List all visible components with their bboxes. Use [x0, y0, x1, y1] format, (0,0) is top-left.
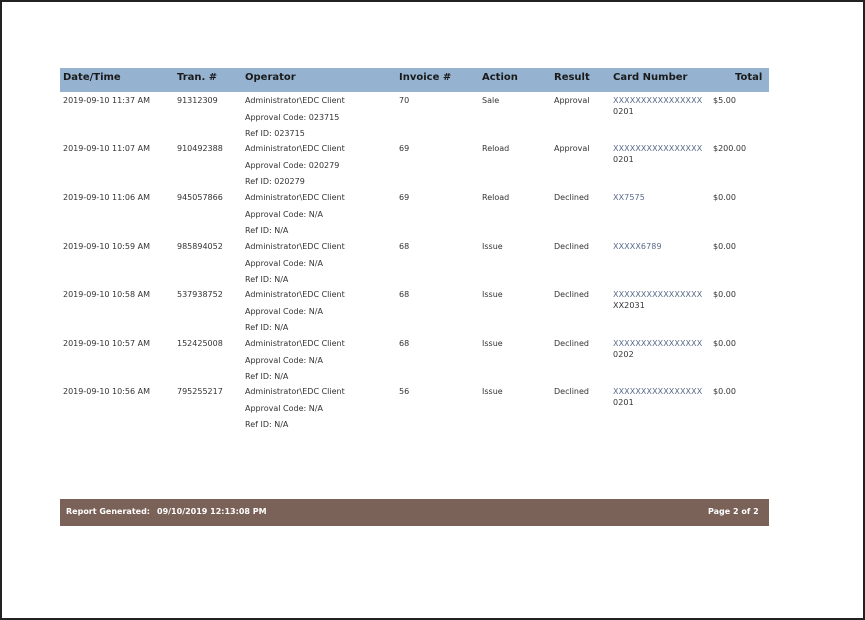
row-ref-id: Ref ID: N/A — [245, 226, 289, 235]
row-datetime: 2019-09-10 10:56 AM — [63, 387, 151, 396]
card-line-2: 0201 — [613, 107, 634, 116]
card-line-1: XXXXXXXXXXXXXXXX — [613, 387, 703, 396]
row-card-number: XXXXXXXXXXXXXXXX 0201 — [613, 95, 702, 117]
row-tran: 985894052 — [177, 242, 223, 251]
row-total: $0.00 — [713, 387, 736, 396]
row-operator: Administrator\EDC Client — [245, 387, 345, 396]
row-card-number: XXXXXXXXXXXXXXXX 0201 — [613, 386, 702, 408]
generated-value: 09/10/2019 12:13:08 PM — [157, 507, 267, 516]
row-result: Declined — [554, 193, 589, 202]
row-invoice: 68 — [399, 242, 410, 251]
col-card: Card Number — [613, 72, 688, 83]
row-operator: Administrator\EDC Client — [245, 144, 345, 153]
row-ref-id: Ref ID: N/A — [245, 372, 289, 381]
row-approval-code: Approval Code: N/A — [245, 404, 323, 413]
row-invoice: 68 — [399, 339, 410, 348]
row-total: $200.00 — [713, 144, 747, 153]
card-line-1: XXXXXXXXXXXXXXXX — [613, 290, 703, 299]
row-action: Issue — [482, 242, 503, 251]
row-invoice: 56 — [399, 387, 410, 396]
col-action: Action — [482, 72, 518, 83]
row-action: Reload — [482, 144, 510, 153]
row-tran: 537938752 — [177, 290, 223, 299]
row-operator: Administrator\EDC Client — [245, 339, 345, 348]
row-ref-id: Ref ID: 020279 — [245, 177, 305, 186]
row-datetime: 2019-09-10 11:37 AM — [63, 96, 151, 105]
row-total: $0.00 — [713, 193, 736, 202]
row-tran: 795255217 — [177, 387, 223, 396]
row-invoice: 69 — [399, 193, 410, 202]
row-operator: Administrator\EDC Client — [245, 96, 345, 105]
row-tran: 91312309 — [177, 96, 218, 105]
col-tran: Tran. # — [177, 72, 218, 83]
row-ref-id: Ref ID: 023715 — [245, 129, 305, 138]
row-approval-code: Approval Code: N/A — [245, 307, 323, 316]
row-datetime: 2019-09-10 11:06 AM — [63, 193, 151, 202]
card-line-1: XXXXX6789 — [613, 242, 662, 251]
report-footer: Report Generated: 09/10/2019 12:13:08 PM… — [60, 499, 769, 526]
row-datetime: 2019-09-10 10:57 AM — [63, 339, 151, 348]
row-card-number: XXXXXXXXXXXXXXXX XX2031 — [613, 289, 702, 311]
row-action: Reload — [482, 193, 510, 202]
row-invoice: 70 — [399, 96, 410, 105]
row-operator: Administrator\EDC Client — [245, 193, 345, 202]
row-ref-id: Ref ID: N/A — [245, 420, 289, 429]
row-total: $5.00 — [713, 96, 736, 105]
row-result: Approval — [554, 96, 590, 105]
card-line-2: 0201 — [613, 398, 634, 407]
row-approval-code: Approval Code: 020279 — [245, 161, 340, 170]
row-total: $0.00 — [713, 339, 736, 348]
row-result: Approval — [554, 144, 590, 153]
row-result: Declined — [554, 387, 589, 396]
card-line-2: 0202 — [613, 350, 634, 359]
row-operator: Administrator\EDC Client — [245, 242, 345, 251]
row-action: Issue — [482, 387, 503, 396]
card-line-1: XXXXXXXXXXXXXXXX — [613, 144, 703, 153]
card-line-1: XXXXXXXXXXXXXXXX — [613, 96, 703, 105]
card-line-2: 0201 — [613, 155, 634, 164]
row-action: Issue — [482, 290, 503, 299]
row-approval-code: Approval Code: N/A — [245, 259, 323, 268]
page-number: Page 2 of 2 — [708, 507, 759, 516]
row-card-number: XX7575 — [613, 192, 645, 203]
row-result: Declined — [554, 242, 589, 251]
row-tran: 910492388 — [177, 144, 223, 153]
row-operator: Administrator\EDC Client — [245, 290, 345, 299]
col-invoice: Invoice # — [399, 72, 452, 83]
row-invoice: 68 — [399, 290, 410, 299]
table-header: Date/Time Tran. # Operator Invoice # Act… — [60, 68, 769, 92]
row-invoice: 69 — [399, 144, 410, 153]
row-total: $0.00 — [713, 290, 736, 299]
row-card-number: XXXXXXXXXXXXXXXX 0202 — [613, 338, 702, 360]
report-page: Date/Time Tran. # Operator Invoice # Act… — [0, 0, 865, 620]
card-line-1: XXXXXXXXXXXXXXXX — [613, 339, 703, 348]
card-line-1: XX7575 — [613, 193, 645, 202]
row-tran: 152425008 — [177, 339, 223, 348]
card-line-2: XX2031 — [613, 301, 645, 310]
row-approval-code: Approval Code: 023715 — [245, 113, 340, 122]
row-total: $0.00 — [713, 242, 736, 251]
col-total: Total — [735, 72, 763, 83]
row-card-number: XXXXX6789 — [613, 241, 662, 252]
row-result: Declined — [554, 290, 589, 299]
row-card-number: XXXXXXXXXXXXXXXX 0201 — [613, 143, 702, 165]
row-approval-code: Approval Code: N/A — [245, 356, 323, 365]
col-datetime: Date/Time — [63, 72, 121, 83]
row-approval-code: Approval Code: N/A — [245, 210, 323, 219]
row-ref-id: Ref ID: N/A — [245, 323, 289, 332]
col-operator: Operator — [245, 72, 296, 83]
row-action: Sale — [482, 96, 500, 105]
row-datetime: 2019-09-10 10:59 AM — [63, 242, 151, 251]
col-result: Result — [554, 72, 590, 83]
row-datetime: 2019-09-10 10:58 AM — [63, 290, 151, 299]
generated-label: Report Generated: — [66, 507, 150, 516]
row-ref-id: Ref ID: N/A — [245, 275, 289, 284]
row-tran: 945057866 — [177, 193, 223, 202]
row-result: Declined — [554, 339, 589, 348]
row-datetime: 2019-09-10 11:07 AM — [63, 144, 151, 153]
row-action: Issue — [482, 339, 503, 348]
